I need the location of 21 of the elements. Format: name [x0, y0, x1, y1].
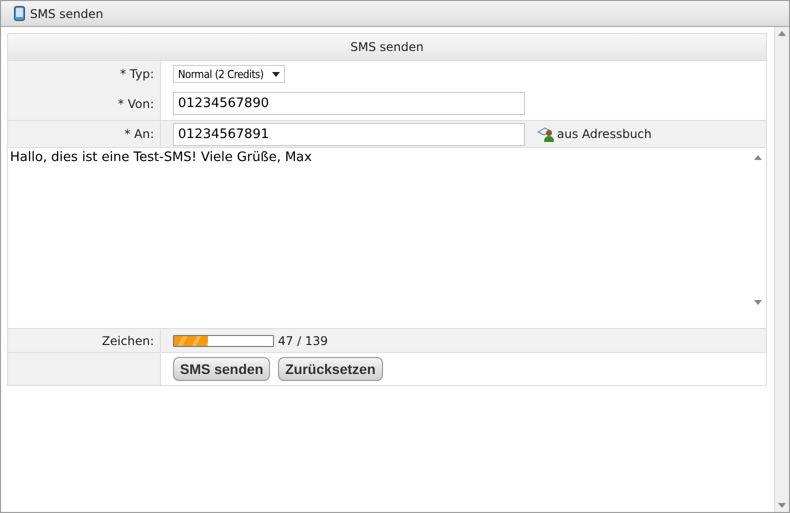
dropdown-arrow-icon: [272, 72, 280, 76]
send-button[interactable]: SMS senden: [173, 357, 270, 381]
addressbook-link[interactable]: aus Adressbuch: [537, 126, 652, 142]
field-label: * An:: [124, 126, 154, 143]
scroll-up-icon: [778, 31, 786, 36]
field-label: Zeichen:: [102, 332, 154, 350]
reset-button[interactable]: Zurücksetzen: [278, 357, 382, 381]
field-label: * Typ:: [120, 66, 154, 83]
phone-icon: [14, 6, 25, 21]
window-title: SMS senden: [30, 6, 104, 20]
scroll-up-icon: [754, 155, 762, 160]
address-book-icon: [537, 126, 555, 142]
scroll-down-icon: [754, 300, 762, 305]
form-header: SMS senden: [7, 33, 767, 61]
character-count: 47 / 139: [278, 334, 328, 348]
field-label: * Von:: [118, 96, 154, 112]
recipient-field[interactable]: 01234567891: [173, 122, 525, 146]
sender-field[interactable]: 01234567890: [173, 92, 525, 115]
scroll-down-icon: [778, 503, 786, 508]
message-field[interactable]: Hallo, dies ist eine Test-SMS! Viele Grüße, Max: [7, 148, 767, 329]
type-dropdown[interactable]: Normal (2 Credits): [173, 65, 285, 83]
